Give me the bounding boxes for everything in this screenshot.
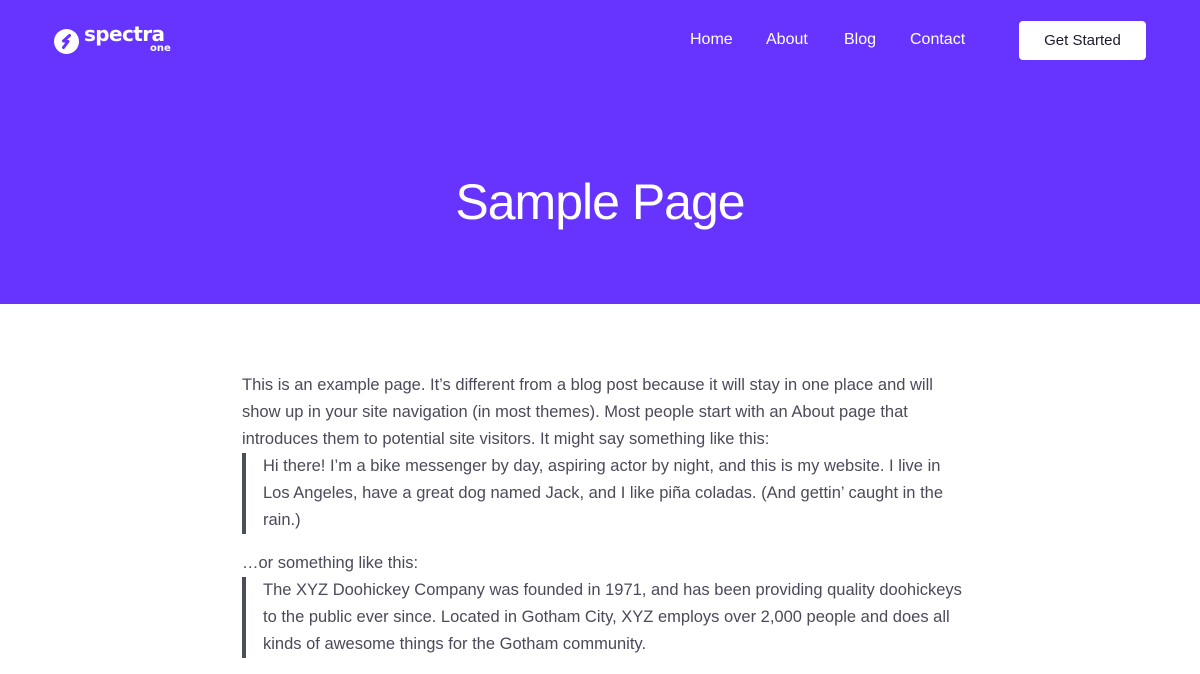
hero-section: spectra one Home About Blog Contact Get … — [0, 0, 1200, 304]
page-title: Sample Page — [455, 174, 745, 230]
transition-paragraph: …or something like this: — [242, 554, 419, 572]
nav-link-about[interactable]: About — [766, 30, 808, 50]
logo-text: spectra one — [84, 22, 172, 56]
nav-link-contact[interactable]: Contact — [910, 30, 965, 50]
quote-text: The XYZ Doohickey Company was founded in… — [263, 581, 962, 653]
logo-subtitle: one — [150, 43, 171, 54]
site-header: spectra one Home About Blog Contact Get … — [0, 0, 1200, 80]
blockquote-company: The XYZ Doohickey Company was founded in… — [242, 577, 962, 658]
nav-link-home[interactable]: Home — [690, 30, 733, 50]
intro-paragraph: This is an example page. It’s different … — [242, 376, 933, 448]
get-started-button[interactable]: Get Started — [1019, 21, 1146, 60]
page-content: This is an example page. It’s different … — [242, 372, 962, 674]
nav-link-blog[interactable]: Blog — [844, 30, 876, 50]
site-logo[interactable]: spectra one — [54, 22, 172, 56]
spectra-logo-icon — [54, 28, 79, 54]
blockquote-bike-messenger: Hi there! I’m a bike messenger by day, a… — [242, 453, 962, 534]
quote-text: Hi there! I’m a bike messenger by day, a… — [263, 457, 944, 529]
